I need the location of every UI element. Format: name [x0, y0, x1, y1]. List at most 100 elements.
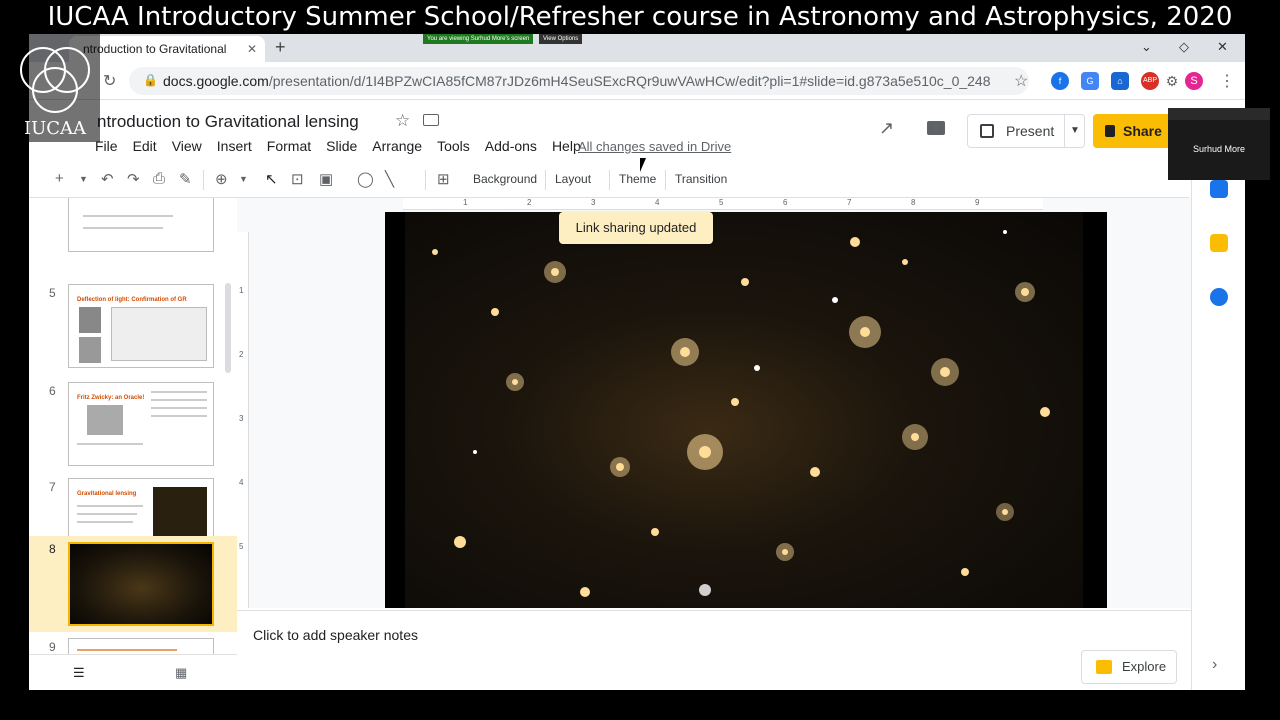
- redo-icon[interactable]: ↷: [127, 170, 140, 188]
- slide-number: 6: [49, 384, 56, 398]
- slide-thumbnail-6[interactable]: Fritz Zwicky: an Oracle!: [68, 382, 214, 466]
- zoom-icon[interactable]: ⊕: [215, 170, 228, 188]
- menu-tools[interactable]: Tools: [437, 138, 470, 154]
- new-tab-button[interactable]: +: [275, 37, 286, 58]
- undo-icon[interactable]: ↶: [101, 170, 114, 188]
- ruler-mark: 8: [911, 198, 916, 207]
- menu-insert[interactable]: Insert: [217, 138, 252, 154]
- paint-format-icon[interactable]: ✎: [179, 170, 192, 188]
- portrait-image: [79, 307, 101, 333]
- url-host: docs.google.com: [163, 73, 269, 89]
- insert-comment-icon[interactable]: ⊞: [437, 170, 450, 188]
- select-cursor-icon[interactable]: ↖: [265, 170, 278, 188]
- lock-icon: 🔒: [143, 73, 158, 87]
- screen: IUCAA Introductory Summer School/Refresh…: [0, 0, 1280, 720]
- slide-canvas: 1 2 3 4 5 6 7 8 9 1 2 3 4 5: [237, 198, 1191, 608]
- slide-number: 8: [49, 542, 56, 556]
- browser-menu-icon[interactable]: ⋮: [1219, 71, 1235, 91]
- menu-format[interactable]: Format: [267, 138, 311, 154]
- star-icon[interactable]: ☆: [395, 111, 410, 131]
- close-tab-icon[interactable]: ✕: [247, 36, 257, 62]
- line-icon[interactable]: ╲: [385, 170, 394, 188]
- activity-trend-icon[interactable]: ↗: [879, 118, 894, 139]
- menu-arrange[interactable]: Arrange: [372, 138, 422, 154]
- explore-button[interactable]: Explore: [1081, 650, 1177, 684]
- shape-icon[interactable]: ◯: [357, 170, 374, 188]
- filmstrip-scrollbar[interactable]: [225, 283, 231, 373]
- translate-icon[interactable]: G: [1081, 72, 1099, 90]
- galaxy-cluster-image[interactable]: [405, 212, 1083, 608]
- ruler-mark: 3: [591, 198, 596, 207]
- transition-button[interactable]: Transition: [675, 172, 727, 186]
- share-label: Share: [1123, 123, 1162, 139]
- presentation-title[interactable]: ntroduction to Gravitational lensing: [97, 112, 359, 132]
- reload-icon[interactable]: ↻: [103, 71, 116, 91]
- layout-button[interactable]: Layout: [555, 172, 591, 186]
- text-box-icon[interactable]: ⊡: [291, 170, 304, 188]
- slide-number: 5: [49, 286, 56, 300]
- print-icon[interactable]: ⎙: [153, 170, 165, 187]
- slide-thumbnail-8[interactable]: [68, 542, 214, 626]
- speaker-notes-input[interactable]: Click to add speaker notes: [253, 627, 418, 643]
- new-slide-icon[interactable]: +: [55, 170, 64, 187]
- tasks-icon[interactable]: [1210, 288, 1228, 306]
- filmstrip-view-toggle: ☰ ▦: [29, 654, 237, 690]
- logo-text: IUCAA: [23, 118, 87, 139]
- list-view-icon[interactable]: ☰: [73, 665, 85, 681]
- extensions-puzzle-icon[interactable]: ⚙: [1163, 72, 1181, 90]
- menu-slide[interactable]: Slide: [326, 138, 357, 154]
- current-slide[interactable]: [385, 212, 1107, 608]
- background-button[interactable]: Background: [473, 172, 537, 186]
- tab-strip: ntroduction to Gravitational ✕ + You are…: [29, 34, 1245, 62]
- present-icon: [980, 124, 994, 138]
- iucaa-logo: IUCAA: [10, 34, 100, 142]
- move-folder-icon[interactable]: [423, 114, 439, 126]
- profile-avatar[interactable]: S: [1185, 72, 1203, 90]
- save-status-link[interactable]: All changes saved in Drive: [578, 139, 731, 154]
- image-icon[interactable]: ▣: [319, 170, 333, 188]
- galaxy-cluster-thumbnail: [70, 544, 212, 624]
- participant-video-tile: Surhud More: [1168, 108, 1270, 180]
- slide-thumbnail-4[interactable]: [68, 198, 214, 252]
- ruler-mark: 1: [239, 286, 244, 295]
- view-options-button[interactable]: View Options: [539, 34, 583, 44]
- ruler-mark: 6: [783, 198, 788, 207]
- slide-thumbnail-title: Fritz Zwicky: an Oracle!: [77, 395, 145, 401]
- participant-name: Surhud More: [1192, 144, 1246, 154]
- present-dropdown-icon[interactable]: ▼: [1070, 115, 1080, 147]
- chevron-down-icon[interactable]: ⌄: [1141, 39, 1152, 55]
- present-button[interactable]: Present ▼: [967, 114, 1085, 148]
- keep-icon[interactable]: [1210, 234, 1228, 252]
- ruler-mark: 4: [655, 198, 660, 207]
- adblock-icon[interactable]: ABP: [1141, 72, 1159, 90]
- zoom-dropdown-icon[interactable]: ▼: [239, 174, 248, 184]
- slide-thumbnail-5[interactable]: Deflection of light: Confirmation of GR: [68, 284, 214, 368]
- bookmark-star-icon[interactable]: ☆: [1014, 71, 1028, 91]
- vertical-ruler: 1 2 3 4 5: [237, 232, 249, 608]
- eclipse-photo: [111, 307, 207, 361]
- close-window-icon[interactable]: ✕: [1217, 39, 1228, 55]
- slide-thumbnail-title: Deflection of light: Confirmation of GR: [77, 297, 187, 303]
- menu-addons[interactable]: Add-ons: [485, 138, 537, 154]
- expand-panel-icon[interactable]: ›: [1212, 656, 1217, 674]
- grid-view-icon[interactable]: ▦: [175, 665, 187, 681]
- ruler-mark: 2: [239, 350, 244, 359]
- calendar-icon[interactable]: [1210, 180, 1228, 198]
- diamond-icon[interactable]: ◇: [1179, 39, 1189, 55]
- omnibox[interactable]: 🔒 docs.google.com/presentation/d/1I4BPZw…: [129, 67, 1029, 95]
- extension-bank-icon[interactable]: ⌂: [1111, 72, 1129, 90]
- slide-number: 9: [49, 640, 56, 654]
- theme-button[interactable]: Theme: [619, 172, 656, 186]
- ruler-mark: 4: [239, 478, 244, 487]
- menu-edit[interactable]: Edit: [133, 138, 157, 154]
- editor-toolbar: + ▼ ↶ ↷ ⎙ ✎ ⊕ ▼ ↖ ⊡ ▣ ◯ ╲ ⊞ Background L…: [29, 162, 1189, 198]
- menu-view[interactable]: View: [172, 138, 202, 154]
- slide-thumbnail-title: Gravitational lensing: [77, 491, 137, 497]
- side-panel: ›: [1191, 162, 1245, 690]
- mouse-cursor: [640, 158, 646, 172]
- menu-help[interactable]: Help: [552, 138, 581, 154]
- tab-title: ntroduction to Gravitational: [83, 42, 227, 56]
- comment-icon[interactable]: [927, 121, 945, 135]
- extension-f-icon[interactable]: f: [1051, 72, 1069, 90]
- new-slide-dropdown-icon[interactable]: ▼: [79, 174, 88, 184]
